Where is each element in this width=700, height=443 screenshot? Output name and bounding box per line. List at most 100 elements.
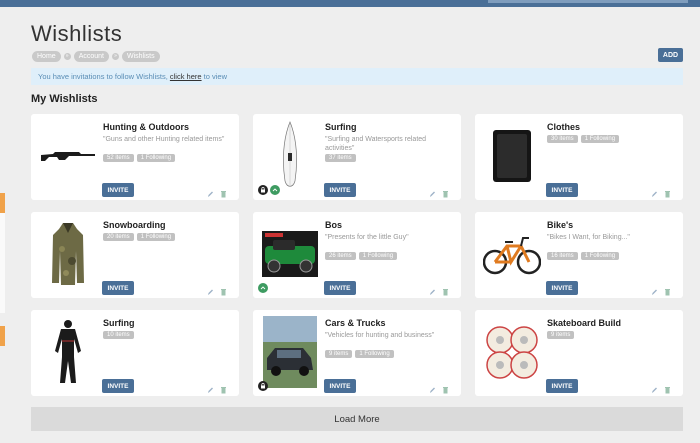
breadcrumb-account[interactable]: Account xyxy=(73,51,109,62)
trash-icon[interactable] xyxy=(220,381,227,394)
banner-link[interactable]: click here xyxy=(170,72,202,81)
wishlist-thumbnail[interactable] xyxy=(482,120,542,192)
wishlist-name[interactable]: Surfing xyxy=(325,122,357,132)
wishlist-card[interactable]: Clothes 30 items 1 Following INVITE xyxy=(475,114,683,200)
wishlist-name[interactable]: Bike's xyxy=(547,220,573,230)
wishlist-thumbnail[interactable] xyxy=(260,316,320,388)
invite-button[interactable]: INVITE xyxy=(324,183,356,197)
trash-icon[interactable] xyxy=(442,283,449,296)
invite-button[interactable]: INVITE xyxy=(324,379,356,393)
lock-icon xyxy=(258,381,268,391)
invite-button[interactable]: INVITE xyxy=(102,379,134,393)
wishlist-card[interactable]: Hunting & Outdoors "Guns and other Huntin… xyxy=(31,114,239,200)
invite-button[interactable]: INVITE xyxy=(102,183,134,197)
status-icons xyxy=(258,381,268,391)
trash-icon[interactable] xyxy=(664,185,671,198)
wishlist-thumbnail[interactable] xyxy=(482,218,542,290)
item-count-badge: 20 items xyxy=(103,233,134,241)
card-actions xyxy=(429,381,449,394)
item-count-badge: 30 items xyxy=(547,135,578,143)
card-actions xyxy=(651,185,671,198)
wishlist-thumbnail[interactable] xyxy=(260,218,320,290)
invite-button[interactable]: INVITE xyxy=(546,183,578,197)
following-badge: 1 Following xyxy=(580,252,620,260)
banner-suffix: to view xyxy=(203,72,228,81)
wishlist-description: "Presents for the little Guy" xyxy=(325,234,409,241)
wishlist-badges: 52 items 1 Following xyxy=(103,154,176,162)
wishlist-name[interactable]: Snowboarding xyxy=(103,220,166,230)
invitation-banner: You have invitations to follow Wishlists… xyxy=(31,68,683,85)
breadcrumb-wishlists[interactable]: Wishlists xyxy=(121,51,160,62)
wishlist-badges: 30 items 1 Following xyxy=(547,135,620,143)
invite-button[interactable]: INVITE xyxy=(546,281,578,295)
trash-icon[interactable] xyxy=(664,381,671,394)
wishlist-card[interactable]: Surfing "Surfing and Watersports related … xyxy=(253,114,461,200)
breadcrumb-home[interactable]: Home xyxy=(32,51,61,62)
edit-icon[interactable] xyxy=(651,185,658,197)
section-title: My Wishlists xyxy=(31,93,98,105)
card-actions xyxy=(651,381,671,394)
edit-icon[interactable] xyxy=(429,185,436,197)
wishlist-description: "Bikes I Want, for Biking..." xyxy=(547,234,630,241)
item-count-badge: 9 items xyxy=(547,331,575,339)
side-accent xyxy=(0,193,5,213)
banner-text: You have invitations to follow Wishlists… xyxy=(38,72,168,81)
wishlist-badges: 9 items 1 Following xyxy=(325,350,394,358)
top-bar-highlight xyxy=(488,0,688,3)
wishlist-card[interactable]: Snowboarding 20 items 1 Following INVITE xyxy=(31,212,239,298)
following-badge: 1 Following xyxy=(355,350,394,358)
edit-icon[interactable] xyxy=(651,381,658,393)
wishlist-card[interactable]: Bos "Presents for the little Guy" 26 items… xyxy=(253,212,461,298)
wishlist-thumbnail[interactable] xyxy=(482,316,542,388)
wishlist-description: "Guns and other Hunting related items" xyxy=(103,136,225,143)
edit-icon[interactable] xyxy=(651,283,658,295)
wishlist-name[interactable]: Surfing xyxy=(103,318,135,328)
edit-icon[interactable] xyxy=(207,283,214,295)
invite-button[interactable]: INVITE xyxy=(324,281,356,295)
edit-icon[interactable] xyxy=(429,283,436,295)
card-actions xyxy=(429,185,449,198)
wishlist-card[interactable]: Cars & Trucks "Vehicles for hunting and b… xyxy=(253,310,461,396)
add-button[interactable]: ADD xyxy=(658,48,683,62)
share-icon xyxy=(270,185,280,195)
breadcrumb: Home » Account » Wishlists xyxy=(32,51,160,62)
wishlist-thumbnail[interactable] xyxy=(260,120,320,192)
wishlist-name[interactable]: Skateboard Build xyxy=(547,318,621,328)
wishlist-name[interactable]: Hunting & Outdoors xyxy=(103,122,189,132)
status-icons xyxy=(258,185,280,195)
wishlist-thumbnail[interactable] xyxy=(38,120,98,192)
wishlist-card[interactable]: Surfing 10 items INVITE xyxy=(31,310,239,396)
side-accent xyxy=(0,326,5,346)
wishlist-card[interactable]: Skateboard Build 9 items INVITE xyxy=(475,310,683,396)
load-more-button[interactable]: Load More xyxy=(31,407,683,431)
edit-icon[interactable] xyxy=(207,185,214,197)
item-count-badge: 16 items xyxy=(547,252,578,260)
share-icon xyxy=(258,283,268,293)
top-bar xyxy=(0,0,700,7)
wishlist-thumbnail[interactable] xyxy=(38,218,98,290)
wishlist-thumbnail[interactable] xyxy=(38,316,98,388)
trash-icon[interactable] xyxy=(220,283,227,296)
wishlist-description: "Surfing and Watersports related activit… xyxy=(325,136,427,152)
edit-icon[interactable] xyxy=(207,381,214,393)
breadcrumb-separator-icon: » xyxy=(111,53,119,60)
invite-button[interactable]: INVITE xyxy=(546,379,578,393)
wishlist-name[interactable]: Clothes xyxy=(547,122,580,132)
item-count-badge: 52 items xyxy=(103,154,134,162)
wishlist-card[interactable]: Bike's "Bikes I Want, for Biking..." 16 it… xyxy=(475,212,683,298)
wishlist-badges: 37 items xyxy=(325,154,356,162)
item-count-badge: 9 items xyxy=(325,350,353,358)
trash-icon[interactable] xyxy=(442,381,449,394)
invite-button[interactable]: INVITE xyxy=(102,281,134,295)
following-badge: 1 Following xyxy=(136,154,176,162)
card-actions xyxy=(429,283,449,296)
trash-icon[interactable] xyxy=(664,283,671,296)
trash-icon[interactable] xyxy=(442,185,449,198)
trash-icon[interactable] xyxy=(220,185,227,198)
wishlist-badges: 10 items xyxy=(103,331,134,339)
wishlist-badges: 20 items 1 Following xyxy=(103,233,176,241)
wishlist-name[interactable]: Cars & Trucks xyxy=(325,318,386,328)
following-badge: 1 Following xyxy=(358,252,398,260)
edit-icon[interactable] xyxy=(429,381,436,393)
wishlist-name[interactable]: Bos xyxy=(325,220,342,230)
